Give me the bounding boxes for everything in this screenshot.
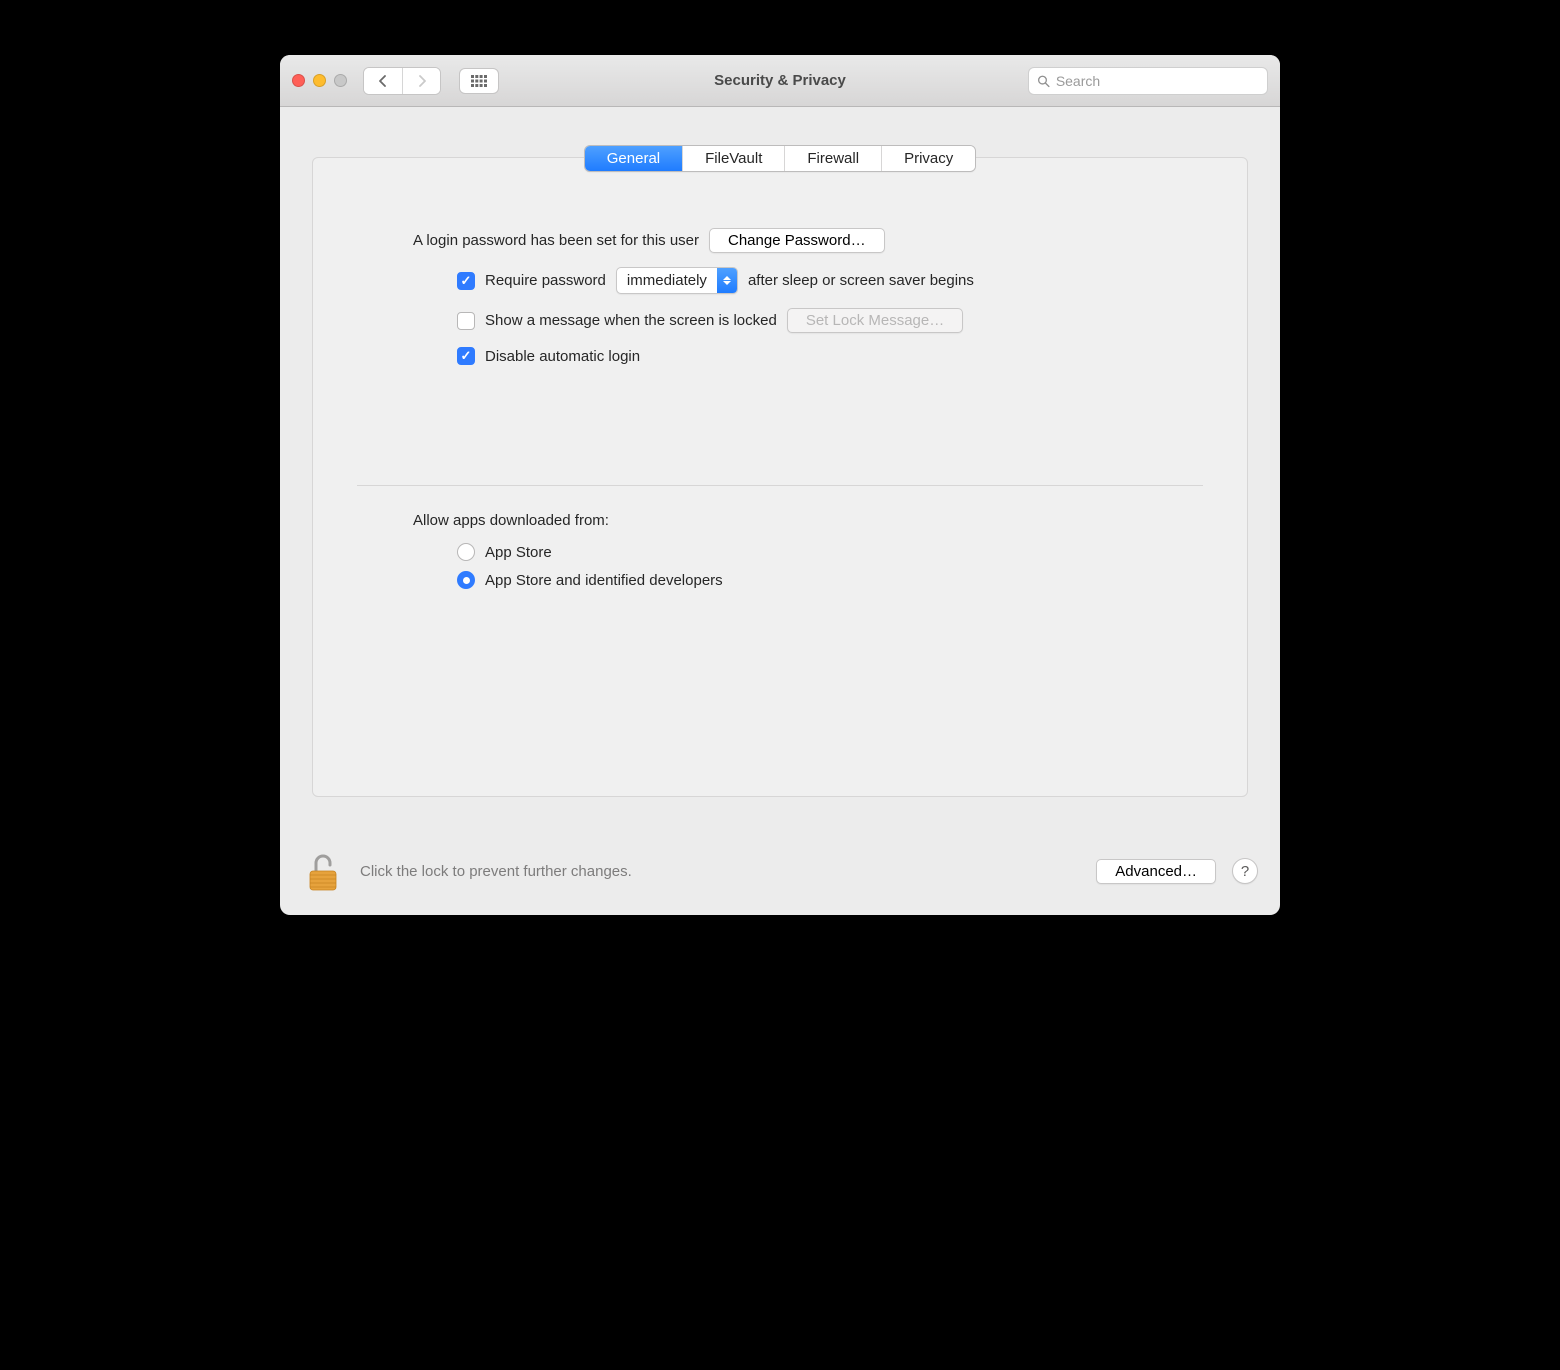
search-field[interactable] xyxy=(1028,67,1268,95)
require-password-delay-select[interactable]: immediately xyxy=(616,267,738,294)
tab-privacy[interactable]: Privacy xyxy=(881,146,975,171)
back-button[interactable] xyxy=(364,68,402,94)
allow-apps-label-row: Allow apps downloaded from: xyxy=(413,512,1147,529)
chevron-right-icon xyxy=(416,75,428,87)
stepper-icon xyxy=(717,268,737,293)
show-message-label: Show a message when the screen is locked xyxy=(485,312,777,329)
allow-apps-appstore-label: App Store xyxy=(485,544,552,561)
login-password-row: A login password has been set for this u… xyxy=(413,228,1147,253)
gatekeeper-section: Allow apps downloaded from: App Store Ap… xyxy=(313,486,1247,589)
show-message-checkbox[interactable] xyxy=(457,312,475,330)
require-password-label: Require password xyxy=(485,272,606,289)
disable-auto-login-label: Disable automatic login xyxy=(485,348,640,365)
close-window-button[interactable] xyxy=(292,74,305,87)
require-password-delay-value: immediately xyxy=(617,272,717,289)
login-password-text: A login password has been set for this u… xyxy=(413,232,699,249)
titlebar: Security & Privacy xyxy=(280,55,1280,107)
show-all-button[interactable] xyxy=(459,68,499,94)
tab-general[interactable]: General xyxy=(585,146,682,171)
preferences-window: Security & Privacy General FileVault Fir… xyxy=(280,55,1280,915)
disable-auto-login-row: Disable automatic login xyxy=(413,347,1147,365)
search-input[interactable] xyxy=(1056,73,1259,89)
allow-apps-identified-label: App Store and identified developers xyxy=(485,572,723,589)
allow-apps-appstore-radio[interactable] xyxy=(457,543,475,561)
allow-apps-appstore-row: App Store xyxy=(413,543,1147,561)
search-icon xyxy=(1037,74,1050,88)
lock-hint-text: Click the lock to prevent further change… xyxy=(360,863,632,880)
tab-firewall[interactable]: Firewall xyxy=(784,146,881,171)
tabs: General FileVault Firewall Privacy xyxy=(584,145,977,172)
disable-auto-login-checkbox[interactable] xyxy=(457,347,475,365)
require-password-suffix: after sleep or screen saver begins xyxy=(748,272,974,289)
zoom-window-button[interactable] xyxy=(334,74,347,87)
grid-icon xyxy=(471,75,487,87)
require-password-checkbox[interactable] xyxy=(457,272,475,290)
allow-apps-identified-row: App Store and identified developers xyxy=(413,571,1147,589)
nav-segment xyxy=(363,67,441,95)
allow-apps-label: Allow apps downloaded from: xyxy=(413,512,609,529)
require-password-row: Require password immediately after sleep… xyxy=(413,267,1147,294)
window-controls xyxy=(292,74,347,87)
lock-icon[interactable] xyxy=(302,849,344,893)
login-section: A login password has been set for this u… xyxy=(313,202,1247,365)
advanced-button[interactable]: Advanced… xyxy=(1096,859,1216,884)
allow-apps-identified-radio[interactable] xyxy=(457,571,475,589)
show-message-row: Show a message when the screen is locked… xyxy=(413,308,1147,333)
help-button[interactable]: ? xyxy=(1232,858,1258,884)
forward-button[interactable] xyxy=(402,68,440,94)
tab-bar: General FileVault Firewall Privacy xyxy=(280,145,1280,172)
content-panel: A login password has been set for this u… xyxy=(312,157,1248,797)
tab-filevault[interactable]: FileVault xyxy=(682,146,784,171)
minimize-window-button[interactable] xyxy=(313,74,326,87)
set-lock-message-button[interactable]: Set Lock Message… xyxy=(787,308,963,333)
chevron-left-icon xyxy=(377,75,389,87)
footer: Click the lock to prevent further change… xyxy=(280,835,1280,915)
change-password-button[interactable]: Change Password… xyxy=(709,228,885,253)
